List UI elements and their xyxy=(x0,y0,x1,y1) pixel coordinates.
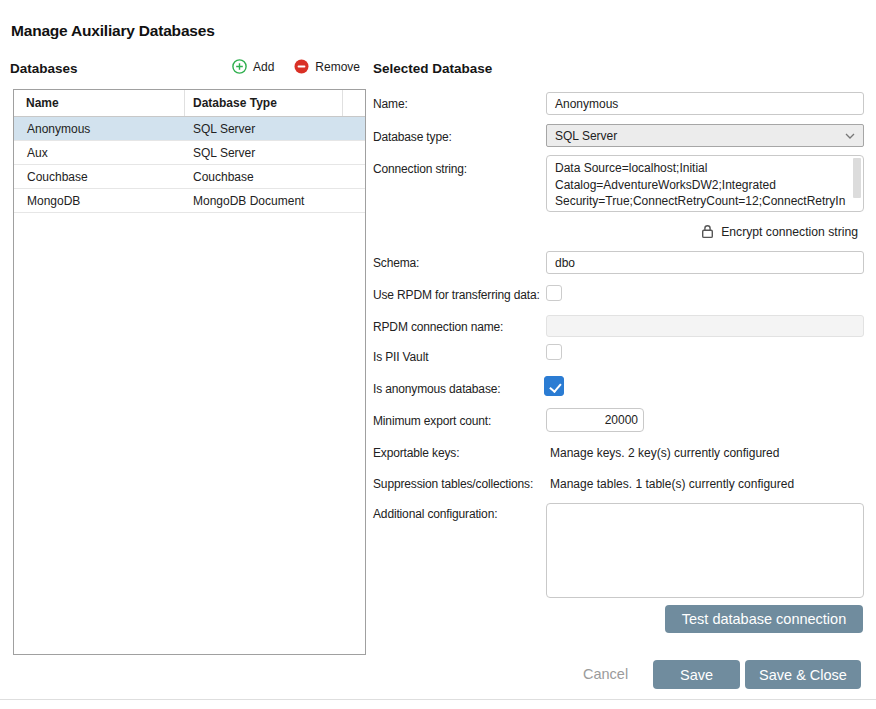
db-name-cell: Aux xyxy=(14,146,185,160)
column-header-empty xyxy=(343,90,365,116)
add-button[interactable]: Add xyxy=(232,59,274,74)
save-button[interactable]: Save xyxy=(653,660,740,689)
encrypt-link-label: Encrypt connection string xyxy=(721,225,858,239)
cancel-button[interactable]: Cancel xyxy=(583,666,628,682)
add-icon xyxy=(232,59,247,74)
db-type-cell: SQL Server xyxy=(185,146,255,160)
save-and-close-button[interactable]: Save & Close xyxy=(745,660,861,689)
use-rpdm-label: Use RPDM for transferring data: xyxy=(373,288,540,302)
database-type-label: Database type: xyxy=(373,130,452,144)
selected-database-section-label: Selected Database xyxy=(373,61,492,76)
lock-icon xyxy=(701,224,714,239)
db-name-cell: MongoDB xyxy=(14,194,185,208)
db-type-cell: SQL Server xyxy=(185,122,255,136)
connection-string-scrollbar[interactable] xyxy=(853,158,861,198)
exportable-keys-label: Exportable keys: xyxy=(373,446,459,460)
manage-auxiliary-databases-dialog: Manage Auxiliary Databases Databases Add… xyxy=(0,0,876,709)
database-type-select[interactable]: SQL Server xyxy=(546,124,864,147)
column-header-name[interactable]: Name xyxy=(14,90,185,116)
schema-input[interactable]: dbo xyxy=(546,251,864,274)
table-row[interactable]: AnonymousSQL Server xyxy=(14,117,365,141)
is-pii-vault-checkbox[interactable] xyxy=(546,344,562,360)
is-pii-vault-label: Is PII Vault xyxy=(373,350,428,364)
table-row[interactable]: CouchbaseCouchbase xyxy=(14,165,365,189)
db-name-cell: Anonymous xyxy=(14,122,185,136)
remove-button[interactable]: Remove xyxy=(294,59,360,74)
name-input[interactable]: Anonymous xyxy=(546,92,864,115)
remove-icon xyxy=(294,59,309,74)
databases-toolbar: Add Remove xyxy=(232,59,360,74)
db-type-cell: Couchbase xyxy=(185,170,254,184)
remove-label: Remove xyxy=(315,60,360,74)
encrypt-connection-string-link[interactable]: Encrypt connection string xyxy=(546,224,858,239)
add-label: Add xyxy=(253,60,274,74)
use-rpdm-checkbox[interactable] xyxy=(546,285,562,301)
rpdm-connection-name-input[interactable] xyxy=(546,315,864,337)
databases-table: Name Database Type AnonymousSQL ServerAu… xyxy=(13,89,366,655)
minimum-export-count-input[interactable]: 20000 xyxy=(546,408,644,432)
manage-keys-link[interactable]: Manage keys. 2 key(s) currently configur… xyxy=(550,446,779,460)
name-label: Name: xyxy=(373,97,408,111)
bottom-divider xyxy=(0,699,876,700)
chevron-down-icon xyxy=(845,133,855,139)
table-row[interactable]: MongoDBMongoDB Document xyxy=(14,189,365,213)
db-name-cell: Couchbase xyxy=(14,170,185,184)
database-type-value: SQL Server xyxy=(555,129,617,143)
connection-string-textarea[interactable]: Data Source=localhost;Initial Catalog=Ad… xyxy=(546,155,864,212)
suppression-tables-label: Suppression tables/collections: xyxy=(373,477,533,491)
test-database-connection-button[interactable]: Test database connection xyxy=(665,605,863,633)
table-row[interactable]: AuxSQL Server xyxy=(14,141,365,165)
is-anonymous-database-label: Is anonymous database: xyxy=(373,382,500,396)
rpdm-connection-name-label: RPDM connection name: xyxy=(373,320,503,334)
schema-label: Schema: xyxy=(373,256,419,270)
databases-section-label: Databases xyxy=(10,61,78,76)
column-header-database-type[interactable]: Database Type xyxy=(185,90,343,116)
additional-configuration-label: Additional configuration: xyxy=(373,507,497,521)
table-header: Name Database Type xyxy=(14,90,365,117)
manage-tables-link[interactable]: Manage tables. 1 table(s) currently conf… xyxy=(550,477,794,491)
page-title: Manage Auxiliary Databases xyxy=(11,22,215,40)
db-type-cell: MongoDB Document xyxy=(185,194,304,208)
minimum-export-count-label: Minimum export count: xyxy=(373,414,491,428)
is-anonymous-database-checkbox[interactable] xyxy=(544,376,564,396)
connection-string-label: Connection string: xyxy=(373,162,467,176)
additional-configuration-textarea[interactable] xyxy=(546,503,864,598)
table-body: AnonymousSQL ServerAuxSQL ServerCouchbas… xyxy=(14,117,365,213)
